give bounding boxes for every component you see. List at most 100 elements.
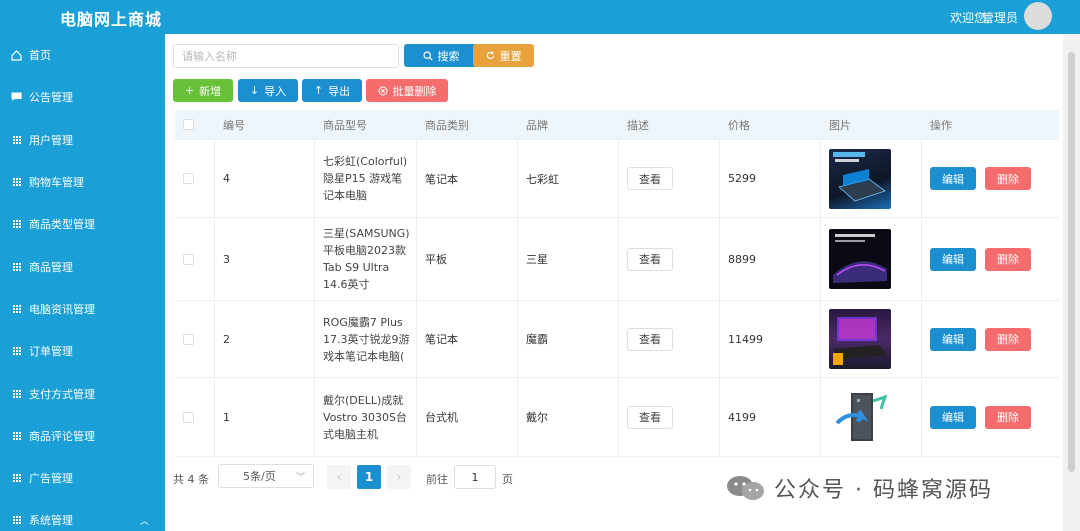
table-row: 1 戴尔(DELL)成就Vostro 3030S台式电脑主机 台式机 戴尔 查看… <box>175 378 1059 457</box>
sidebar-item-label: 公告管理 <box>29 91 73 105</box>
edit-button[interactable]: 编辑 <box>930 327 976 351</box>
edit-button[interactable]: 编辑 <box>930 167 976 190</box>
grid-icon <box>10 304 23 313</box>
total-count: 共 4 条 <box>173 473 209 486</box>
row-checkbox[interactable] <box>183 411 194 423</box>
sidebar-item-label: 首页 <box>29 49 51 63</box>
sidebar-item-news[interactable]: 电脑资讯管理 <box>0 288 165 330</box>
user-name[interactable]: 管理员 <box>982 9 1018 26</box>
delete-button[interactable]: 删除 <box>985 167 1031 190</box>
view-button[interactable]: 查看 <box>627 405 673 429</box>
cell-model: ROG魔霸7 Plus 17.3英寸锐龙9游戏本笔记本电脑( <box>323 315 410 363</box>
scrollbar-thumb[interactable] <box>1068 52 1075 472</box>
sidebar-item-label: 商品类型管理 <box>29 218 95 232</box>
grid-icon <box>10 516 23 525</box>
reset-button[interactable]: 重置 <box>473 44 534 67</box>
column-header: 商品类别 <box>425 118 469 132</box>
sidebar-item-users[interactable]: 用户管理 <box>0 119 165 161</box>
wechat-icon <box>726 474 766 502</box>
sidebar-item-payments[interactable]: 支付方式管理 <box>0 372 165 414</box>
arrow-down-icon: ↓ <box>249 84 260 97</box>
top-header: 电脑网上商城 欢迎您, 管理员 <box>0 0 1080 34</box>
cell-model: 三星(SAMSUNG)平板电脑2023款Tab S9 Ultra 14.6英寸 <box>323 227 410 291</box>
page-suffix: 页 <box>502 473 513 486</box>
batch-delete-button[interactable]: 批量删除 <box>366 79 448 102</box>
refresh-icon <box>486 51 494 60</box>
cell-brand: 戴尔 <box>518 378 619 456</box>
product-image <box>829 229 891 289</box>
row-checkbox[interactable] <box>183 173 194 184</box>
view-button[interactable]: 查看 <box>627 327 673 351</box>
view-button[interactable]: 查看 <box>627 167 673 190</box>
cell-brand: 三星 <box>518 218 619 300</box>
sidebar-item-products[interactable]: 商品管理 <box>0 245 165 287</box>
sidebar-item-label: 订单管理 <box>29 345 73 359</box>
column-header: 品牌 <box>526 118 548 132</box>
arrow-up-icon: ↑ <box>313 84 324 97</box>
cell-price: 8899 <box>720 218 821 300</box>
sidebar-item-home[interactable]: 首页 <box>0 34 165 76</box>
cell-category: 笔记本 <box>417 140 518 217</box>
page-scrollbar[interactable] <box>1063 34 1080 531</box>
product-image <box>829 148 891 209</box>
delete-button[interactable]: 删除 <box>985 405 1031 429</box>
table-row: 4 七彩虹(Colorful)隐星P15 游戏笔记本电脑 笔记本 七彩虹 查看 … <box>175 140 1059 218</box>
sidebar-item-label: 广告管理 <box>29 472 73 486</box>
plus-icon: + <box>184 84 195 97</box>
cell-category: 笔记本 <box>417 301 518 377</box>
cell-id: 1 <box>215 378 315 456</box>
sidebar-item-orders[interactable]: 订单管理 <box>0 330 165 372</box>
sidebar: 首页 公告管理 用户管理 购物车管理 商品类型管理 商品管理 电脑资讯管理 订单… <box>0 34 165 531</box>
search-input[interactable] <box>173 44 399 68</box>
sidebar-item-label: 支付方式管理 <box>29 387 95 401</box>
watermark: 公众号 · 码蜂窝源码 <box>726 472 993 504</box>
grid-icon <box>10 347 23 356</box>
cell-price: 11499 <box>720 301 821 377</box>
page-number[interactable]: 1 <box>357 465 381 489</box>
page-size-select[interactable]: 5条/页 ﹀ <box>218 464 314 488</box>
edit-button[interactable]: 编辑 <box>930 247 976 271</box>
cell-id: 4 <box>215 140 315 217</box>
add-button[interactable]: + 新增 <box>173 79 233 102</box>
next-page-button[interactable]: › <box>387 465 411 489</box>
search-button[interactable]: 搜索 <box>404 44 478 67</box>
sidebar-item-product-types[interactable]: 商品类型管理 <box>0 203 165 245</box>
table-row: 2 ROG魔霸7 Plus 17.3英寸锐龙9游戏本笔记本电脑( 笔记本 魔霸 … <box>175 301 1059 378</box>
row-checkbox[interactable] <box>183 333 194 345</box>
grid-icon <box>10 431 23 440</box>
grid-icon <box>10 220 23 229</box>
chevron-down-icon: ﹀ <box>295 473 305 483</box>
close-circle-icon <box>378 86 387 95</box>
goto-page-input[interactable] <box>454 465 496 489</box>
sidebar-item-announcements[interactable]: 公告管理 <box>0 76 165 118</box>
sidebar-item-cart[interactable]: 购物车管理 <box>0 161 165 203</box>
grid-icon <box>10 135 23 144</box>
column-header: 图片 <box>829 118 851 132</box>
view-button[interactable]: 查看 <box>627 247 673 271</box>
row-checkbox[interactable] <box>183 253 194 265</box>
watermark-text: 公众号 · 码蜂窝源码 <box>774 478 993 503</box>
column-header: 描述 <box>627 118 649 132</box>
sidebar-item-label: 用户管理 <box>29 133 73 147</box>
column-header: 编号 <box>223 118 245 132</box>
sidebar-item-reviews[interactable]: 商品评论管理 <box>0 415 165 457</box>
delete-button[interactable]: 删除 <box>985 327 1031 351</box>
delete-button[interactable]: 删除 <box>985 247 1031 271</box>
avatar[interactable] <box>1024 2 1052 30</box>
cell-category: 平板 <box>417 218 518 300</box>
cell-id: 3 <box>215 218 315 300</box>
table-row: 3 三星(SAMSUNG)平板电脑2023款Tab S9 Ultra 14.6英… <box>175 218 1059 301</box>
export-button[interactable]: ↑ 导出 <box>302 79 362 102</box>
grid-icon <box>10 178 23 187</box>
home-icon <box>10 49 23 61</box>
message-icon <box>10 92 23 102</box>
grid-icon <box>10 262 23 271</box>
sidebar-item-system[interactable]: 系统管理 ︿ <box>0 499 165 531</box>
import-button[interactable]: ↓ 导入 <box>238 79 298 102</box>
sidebar-item-label: 商品评论管理 <box>29 429 95 443</box>
prev-page-button[interactable]: ‹ <box>327 465 351 489</box>
sidebar-item-ads[interactable]: 广告管理 <box>0 457 165 499</box>
select-all-checkbox[interactable] <box>183 119 194 130</box>
grid-icon <box>10 474 23 483</box>
edit-button[interactable]: 编辑 <box>930 405 976 429</box>
